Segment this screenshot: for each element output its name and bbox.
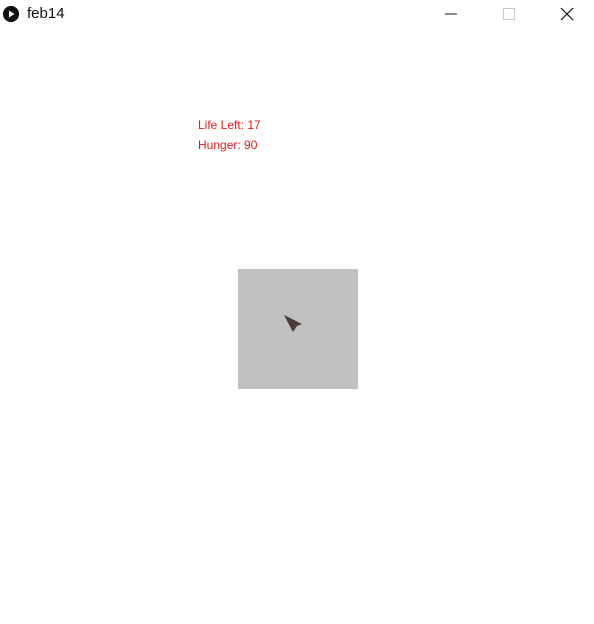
creature-arrow	[284, 315, 302, 332]
close-icon	[560, 7, 574, 21]
maximize-icon	[503, 8, 515, 20]
minimize-button[interactable]	[423, 0, 479, 28]
app-window: feb14 Life Left: 17 Hunger: 90	[0, 0, 594, 624]
close-button[interactable]	[539, 0, 594, 28]
life-left-text: Life Left: 17	[198, 118, 261, 132]
minimize-icon	[445, 13, 457, 15]
hunger-text: Hunger: 90	[198, 138, 258, 152]
play-circle-icon	[3, 6, 19, 22]
maximize-button[interactable]	[481, 0, 537, 28]
window-title: feb14	[27, 5, 65, 22]
title-bar[interactable]: feb14	[0, 0, 594, 28]
game-canvas[interactable]: Life Left: 17 Hunger: 90	[0, 28, 594, 624]
